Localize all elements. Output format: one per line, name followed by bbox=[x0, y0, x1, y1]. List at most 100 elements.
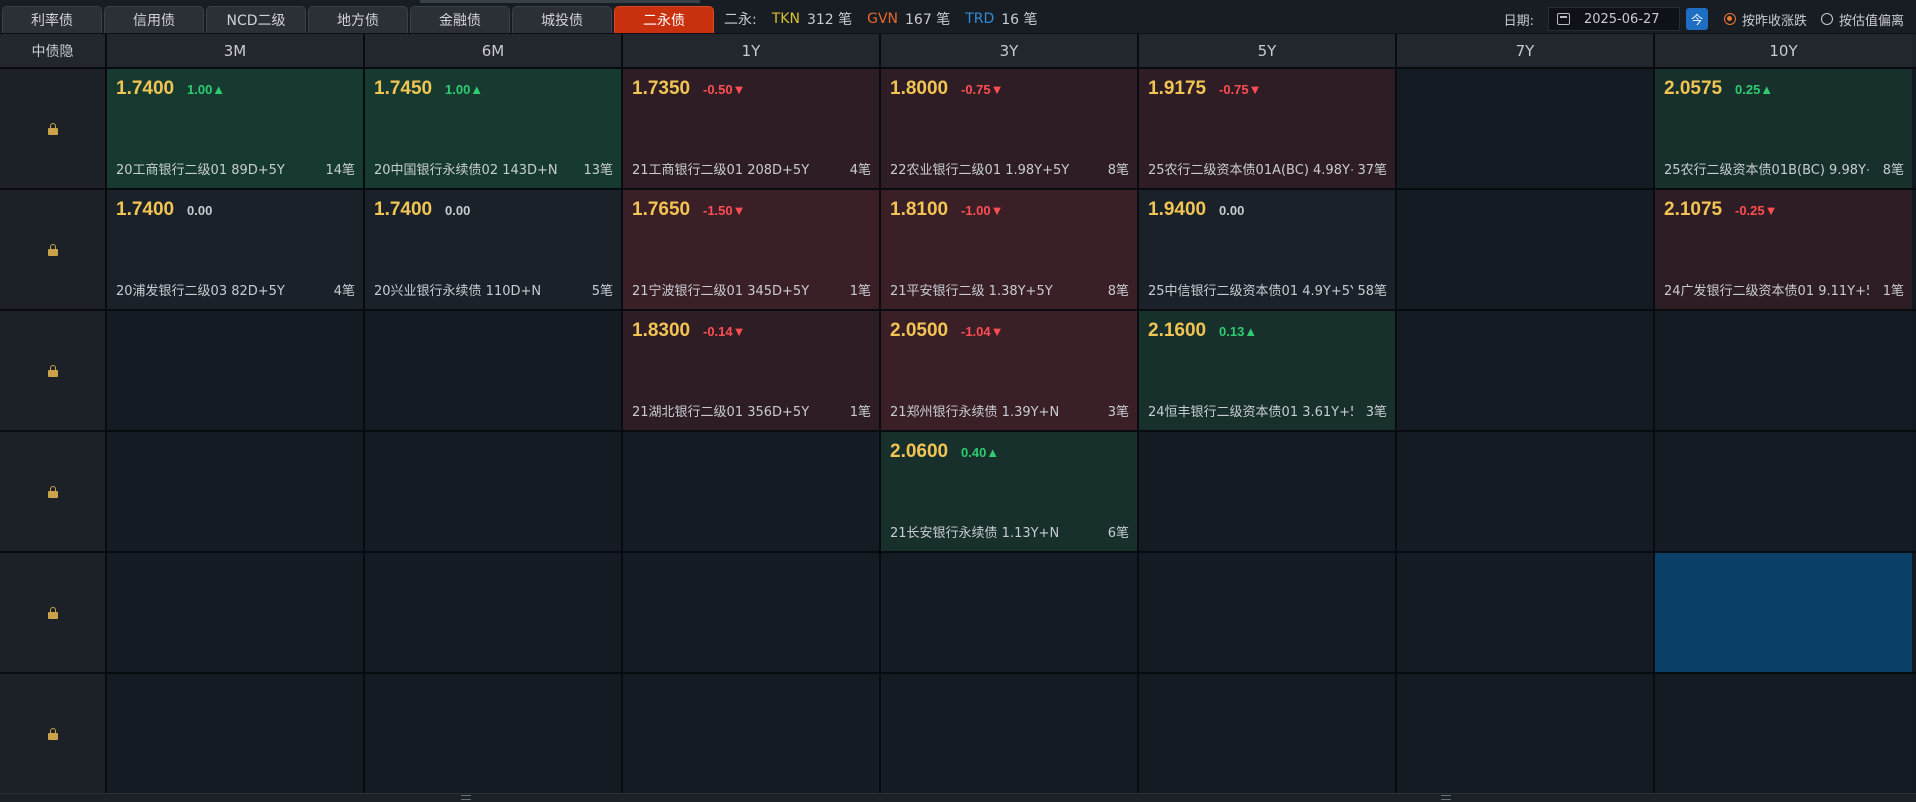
bond-name: 21平安银行二级 1.38Y+5Y bbox=[890, 284, 1053, 299]
trade-count: 14笔 bbox=[325, 159, 355, 178]
empty-quote-cell[interactable] bbox=[1139, 553, 1397, 672]
quote-cell[interactable]: 2.0575 0.25▲ 25农行二级资本债01B(BC) 9.98Y+5Y 8笔 bbox=[1655, 69, 1912, 188]
splitter-grip-icon[interactable] bbox=[1441, 795, 1451, 800]
tab-urban-investment-bonds[interactable]: 城投债 bbox=[512, 6, 612, 33]
radio-prev-close-change[interactable]: 按昨收涨跌 bbox=[1723, 10, 1807, 29]
quote-change: 1.00▲ bbox=[445, 82, 484, 97]
empty-quote-cell[interactable] bbox=[1397, 432, 1655, 551]
quote-change: 0.13▲ bbox=[1219, 324, 1258, 339]
quote-change: 0.00 bbox=[187, 203, 213, 218]
tab-tier2-perpetual-bonds[interactable]: 二永债 bbox=[614, 6, 714, 33]
empty-quote-cell[interactable] bbox=[623, 432, 881, 551]
tenor-header[interactable]: 5Y bbox=[1139, 34, 1397, 67]
lock-icon[interactable] bbox=[47, 606, 58, 619]
empty-quote-cell[interactable] bbox=[1655, 432, 1912, 551]
lock-icon[interactable] bbox=[47, 122, 58, 135]
quote-change: -1.04▼ bbox=[961, 324, 1004, 339]
empty-quote-cell[interactable] bbox=[1655, 553, 1912, 672]
quote-cell[interactable]: 2.1075 -0.25▼ 24广发银行二级资本债01 9.11Y+5Y 1笔 bbox=[1655, 190, 1912, 309]
empty-quote-cell[interactable] bbox=[1139, 674, 1397, 793]
empty-quote-cell[interactable] bbox=[365, 674, 623, 793]
row-lock[interactable] bbox=[0, 190, 107, 309]
empty-quote-cell[interactable] bbox=[107, 311, 365, 430]
quote-cell[interactable]: 1.7400 0.00 20兴业银行永续债 110D+N 5笔 bbox=[365, 190, 623, 309]
gvn-count: 167 笔 bbox=[905, 12, 951, 28]
tkn-label: TKN bbox=[771, 11, 800, 27]
empty-quote-cell[interactable] bbox=[1397, 69, 1655, 188]
empty-quote-cell[interactable] bbox=[1397, 674, 1655, 793]
lock-icon[interactable] bbox=[47, 243, 58, 256]
quote-cell[interactable]: 2.1600 0.13▲ 24恒丰银行二级资本债01 3.61Y+5Y 3笔 bbox=[1139, 311, 1397, 430]
corner-header[interactable]: 中债隐 bbox=[0, 34, 107, 67]
empty-quote-cell[interactable] bbox=[623, 553, 881, 672]
horizontal-scrollbar[interactable] bbox=[0, 793, 1916, 802]
tenor-header[interactable]: 3Y bbox=[881, 34, 1139, 67]
tab-rate-bonds[interactable]: 利率债 bbox=[2, 6, 102, 33]
quote-cell[interactable]: 1.7400 1.00▲ 20工商银行二级01 89D+5Y 14笔 bbox=[107, 69, 365, 188]
empty-quote-cell[interactable] bbox=[107, 432, 365, 551]
empty-quote-cell[interactable] bbox=[365, 311, 623, 430]
today-button[interactable]: 今 bbox=[1685, 8, 1708, 30]
row-lock[interactable] bbox=[0, 69, 107, 188]
radio-selected-icon bbox=[1723, 13, 1736, 25]
row-lock[interactable] bbox=[0, 311, 107, 430]
trade-count: 8笔 bbox=[1882, 159, 1904, 178]
empty-quote-cell[interactable] bbox=[623, 674, 881, 793]
category-tabs: 利率债 信用债 NCD二级 地方债 金融债 城投债 二永债 bbox=[2, 6, 714, 34]
radio-valuation-deviation[interactable]: 按估值偏离 bbox=[1820, 10, 1904, 29]
empty-quote-cell[interactable] bbox=[1139, 432, 1397, 551]
calendar-icon[interactable] bbox=[1556, 13, 1570, 25]
splitter-grip-icon[interactable] bbox=[461, 795, 471, 800]
date-controls: 日期: 2025-06-27 今 按昨收涨跌 按估值偏离 bbox=[1504, 6, 1904, 32]
empty-quote-cell[interactable] bbox=[365, 432, 623, 551]
quote-cell[interactable]: 1.8300 -0.14▼ 21湖北银行二级01 356D+5Y 1笔 bbox=[623, 311, 881, 430]
tab-credit-bonds[interactable]: 信用债 bbox=[104, 6, 204, 33]
tab-ncd-secondary[interactable]: NCD二级 bbox=[206, 6, 306, 33]
tenor-header[interactable]: 10Y bbox=[1655, 34, 1912, 67]
tab-local-gov-bonds[interactable]: 地方债 bbox=[308, 6, 408, 33]
row-lock[interactable] bbox=[0, 674, 107, 793]
empty-quote-cell[interactable] bbox=[1655, 311, 1912, 430]
trade-count: 58笔 bbox=[1357, 280, 1387, 299]
lock-icon[interactable] bbox=[47, 727, 58, 740]
quote-price: 1.8100 bbox=[890, 199, 949, 220]
quote-cell[interactable]: 2.0600 0.40▲ 21长安银行永续债 1.13Y+N 6笔 bbox=[881, 432, 1139, 551]
date-picker[interactable]: 2025-06-27 bbox=[1547, 7, 1680, 31]
quote-cell[interactable]: 1.8000 -0.75▼ 22农业银行二级01 1.98Y+5Y 8笔 bbox=[881, 69, 1139, 188]
radio-unselected-icon bbox=[1820, 13, 1833, 25]
quote-cell[interactable]: 1.7650 -1.50▼ 21宁波银行二级01 345D+5Y 1笔 bbox=[623, 190, 881, 309]
tenor-header[interactable]: 3M bbox=[107, 34, 365, 67]
quote-cell[interactable]: 1.7450 1.00▲ 20中国银行永续债02 143D+N 13笔 bbox=[365, 69, 623, 188]
tenor-header[interactable]: 7Y bbox=[1397, 34, 1655, 67]
tenor-header[interactable]: 6M bbox=[365, 34, 623, 67]
tab-financial-bonds[interactable]: 金融债 bbox=[410, 6, 510, 33]
empty-quote-cell[interactable] bbox=[107, 674, 365, 793]
quote-cell[interactable]: 2.0500 -1.04▼ 21郑州银行永续债 1.39Y+N 3笔 bbox=[881, 311, 1139, 430]
tenor-header[interactable]: 1Y bbox=[623, 34, 881, 67]
empty-quote-cell[interactable] bbox=[107, 553, 365, 672]
grid-row: 1.7400 1.00▲ 20工商银行二级01 89D+5Y 14笔 1.7450 1.0… bbox=[0, 69, 1916, 190]
grid-row: 1.8300 -0.14▼ 21湖北银行二级01 356D+5Y 1笔 2.0500 -1… bbox=[0, 311, 1916, 432]
window-scroll-indicator bbox=[420, 0, 700, 3]
row-lock[interactable] bbox=[0, 553, 107, 672]
lock-icon[interactable] bbox=[47, 364, 58, 377]
bond-name: 21湖北银行二级01 356D+5Y bbox=[632, 405, 810, 420]
quote-price: 1.8300 bbox=[632, 320, 691, 341]
quote-price: 2.1075 bbox=[1664, 199, 1723, 220]
quote-price: 2.0600 bbox=[890, 441, 949, 462]
quote-cell[interactable]: 1.7350 -0.50▼ 21工商银行二级01 208D+5Y 4笔 bbox=[623, 69, 881, 188]
quote-cell[interactable]: 1.9400 0.00 25中信银行二级资本债01 4.9Y+5Y 58笔 bbox=[1139, 190, 1397, 309]
empty-quote-cell[interactable] bbox=[365, 553, 623, 672]
quote-cell[interactable]: 1.9175 -0.75▼ 25农行二级资本债01A(BC) 4.98Y+5Y 37笔 bbox=[1139, 69, 1397, 188]
quote-cell[interactable]: 1.7400 0.00 20浦发银行二级03 82D+5Y 4笔 bbox=[107, 190, 365, 309]
empty-quote-cell[interactable] bbox=[881, 674, 1139, 793]
row-lock[interactable] bbox=[0, 432, 107, 551]
empty-quote-cell[interactable] bbox=[1655, 674, 1912, 793]
quote-cell[interactable]: 1.8100 -1.00▼ 21平安银行二级 1.38Y+5Y 8笔 bbox=[881, 190, 1139, 309]
date-label: 日期: bbox=[1503, 13, 1534, 29]
lock-icon[interactable] bbox=[47, 485, 58, 498]
empty-quote-cell[interactable] bbox=[1397, 190, 1655, 309]
empty-quote-cell[interactable] bbox=[1397, 311, 1655, 430]
empty-quote-cell[interactable] bbox=[881, 553, 1139, 672]
empty-quote-cell[interactable] bbox=[1397, 553, 1655, 672]
